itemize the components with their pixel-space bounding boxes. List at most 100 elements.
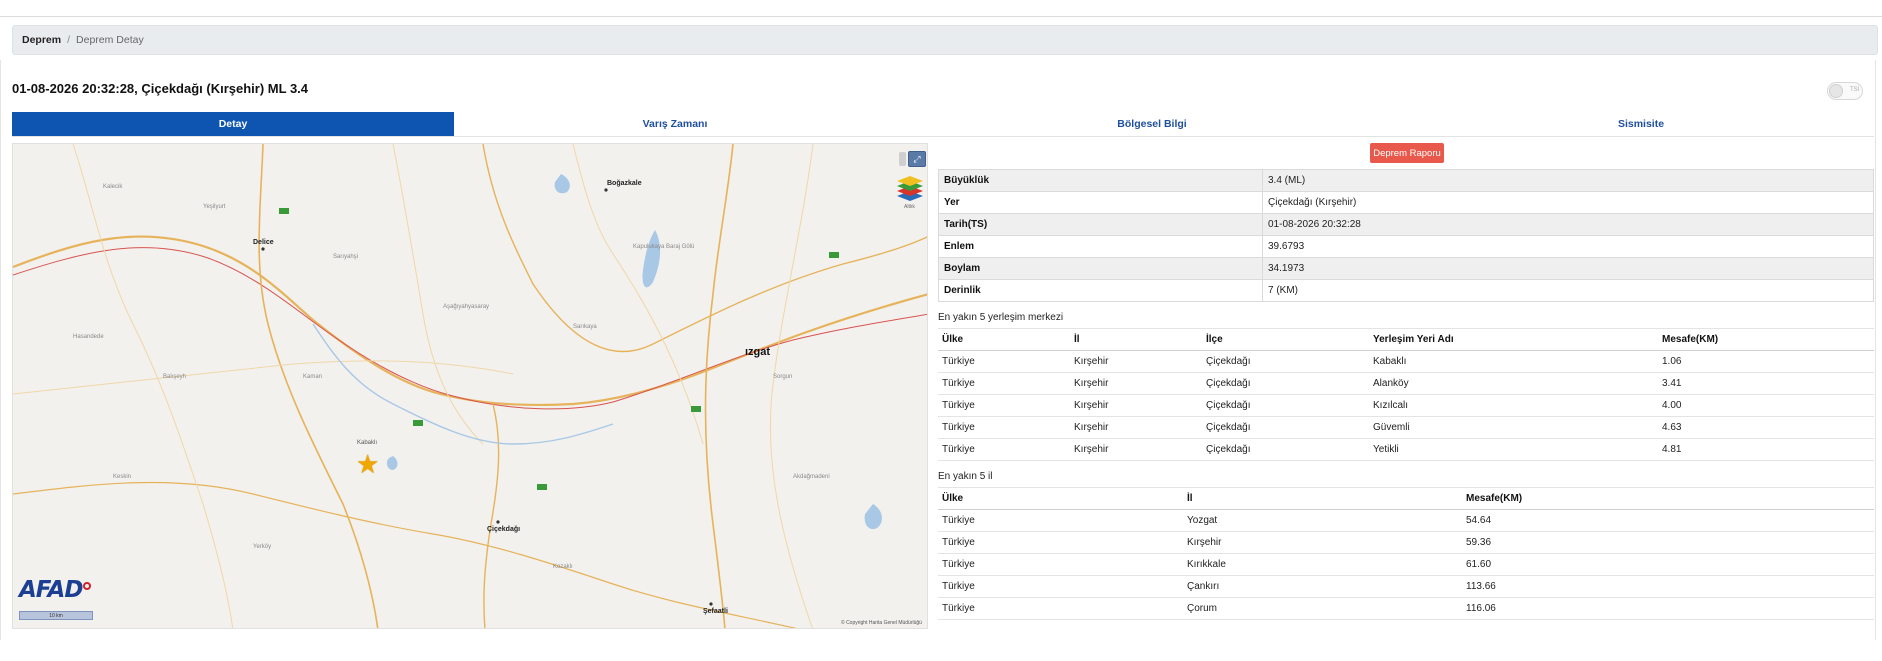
column-header: İlçe — [1202, 328, 1369, 351]
map-copyright: © Copyright Harita Genel Müdürlüğü — [841, 620, 922, 626]
table-cell: Türkiye — [938, 575, 1183, 598]
table-cell: Çankırı — [1183, 575, 1462, 598]
table-cell: Türkiye — [938, 350, 1070, 373]
column-header: Ülke — [938, 328, 1070, 351]
table-cell: 4.00 — [1658, 394, 1874, 417]
table-cell: Türkiye — [938, 531, 1183, 554]
table-cell: 1.06 — [1658, 350, 1874, 373]
detail-key: Yer — [938, 191, 1263, 214]
table-cell: Güvemli — [1369, 416, 1658, 439]
map-city-cicekdagi: Çiçekdağı — [487, 526, 521, 533]
detail-row-depth: Derinlik 7 (KM) — [938, 279, 1874, 302]
table-cell: Türkiye — [938, 394, 1070, 417]
table-cell: Türkiye — [938, 416, 1070, 439]
toggle-label: TSİ — [1850, 87, 1860, 93]
breadcrumb-separator: / — [67, 34, 71, 46]
table-cell: 116.06 — [1462, 597, 1874, 620]
table-cell: Türkiye — [938, 553, 1183, 576]
column-header: Mesafe(KM) — [1658, 328, 1874, 351]
table-cell: Çiçekdağı — [1202, 416, 1369, 439]
table-cell: Kabaklı — [1369, 350, 1658, 373]
top-divider — [0, 16, 1882, 17]
map-city-bogazkale: Boğazkale — [607, 180, 642, 187]
afad-logo: AFAD — [19, 577, 83, 603]
detail-row-latitude: Enlem 39.6793 — [938, 235, 1874, 258]
table-cell: Kırşehir — [1070, 350, 1202, 373]
tab-detay[interactable]: Detay — [12, 112, 454, 136]
afad-logo-mark — [83, 582, 91, 590]
map-city-kabakli: Kabaklı — [357, 440, 378, 446]
breadcrumb-home[interactable]: Deprem — [22, 34, 61, 46]
epicenter-map[interactable]: Kalecik Yeşilyurt Sarıyahşi Aşağıyahyasa… — [12, 143, 928, 629]
panel-border-left — [0, 60, 1, 640]
table-cell: Kırşehir — [1070, 416, 1202, 439]
table-row: Türkiye Kırıkkale 61.60 — [938, 553, 1874, 576]
epicenter-star-icon[interactable]: ★ — [356, 451, 379, 477]
table-cell: Yozgat — [1183, 509, 1462, 532]
detail-row-date: Tarih(TS) 01-08-2026 20:32:28 — [938, 213, 1874, 236]
map-fullscreen-button[interactable]: ⤢ — [908, 151, 926, 167]
nearest-provinces-table: Ülke İl Mesafe(KM) Türkiye Yozgat 54.64 … — [938, 487, 1874, 620]
map-city-yozgat: ızgat — [745, 346, 771, 358]
detail-key: Büyüklük — [938, 169, 1263, 192]
detail-value: 01-08-2026 20:32:28 — [1262, 213, 1874, 236]
table-row: Türkiye Kırşehir Çiçekdağı Yetikli 4.81 — [938, 438, 1874, 461]
detail-key: Enlem — [938, 235, 1263, 258]
column-header: İl — [1183, 487, 1462, 510]
tab-sismisite[interactable]: Sismisite — [1408, 112, 1874, 136]
earthquake-report-button[interactable]: Deprem Raporu — [1370, 143, 1444, 163]
detail-value: 39.6793 — [1262, 235, 1874, 258]
table-row: Türkiye Yozgat 54.64 — [938, 509, 1874, 532]
map-base-layer — [13, 144, 927, 628]
table-cell: Çiçekdağı — [1202, 372, 1369, 395]
nearest-settlements-table: Ülke İl İlçe Yerleşim Yeri Adı Mesafe(KM… — [938, 328, 1874, 461]
table-cell: Çiçekdağı — [1202, 350, 1369, 373]
table-cell: 113.66 — [1462, 575, 1874, 598]
detail-row-location: Yer Çiçekdağı (Kırşehir) — [938, 191, 1874, 214]
table-cell: 61.60 — [1462, 553, 1874, 576]
tab-varis-zamani[interactable]: Varış Zamanı — [454, 112, 896, 136]
table-row: Türkiye Kırşehir Çiçekdağı Kızılcalı 4.0… — [938, 394, 1874, 417]
column-header: Yerleşim Yeri Adı — [1369, 328, 1658, 351]
breadcrumb: Deprem / Deprem Detay — [12, 25, 1878, 55]
page-title: 01-08-2026 20:32:28, Çiçekdağı (Kırşehir… — [12, 81, 309, 96]
table-cell: Kırşehir — [1070, 438, 1202, 461]
table-cell: Kırşehir — [1070, 394, 1202, 417]
table-cell: Türkiye — [938, 509, 1183, 532]
table-row: Türkiye Çorum 116.06 — [938, 597, 1874, 620]
table-cell: Kızılcalı — [1369, 394, 1658, 417]
table-cell: 54.64 — [1462, 509, 1874, 532]
table-row: Türkiye Kırşehir Çiçekdağı Kabaklı 1.06 — [938, 350, 1874, 373]
detail-key: Tarih(TS) — [938, 213, 1263, 236]
table-row: Türkiye Kırşehir 59.36 — [938, 531, 1874, 554]
layers-icon[interactable] — [895, 174, 925, 204]
map-city-delice: Delice — [253, 239, 274, 246]
tab-bar: Detay Varış Zamanı Bölgesel Bilgi Sismis… — [12, 112, 1874, 137]
table-cell: Kırşehir — [1183, 531, 1462, 554]
detail-value: 7 (KM) — [1262, 279, 1874, 302]
table-cell: Kırşehir — [1070, 372, 1202, 395]
table-row: Türkiye Kırşehir Çiçekdağı Güvemli 4.63 — [938, 416, 1874, 439]
table-cell: Çiçekdağı — [1202, 394, 1369, 417]
table-cell: Alanköy — [1369, 372, 1658, 395]
tab-bolgesel-bilgi[interactable]: Bölgesel Bilgi — [896, 112, 1408, 136]
detail-row-longitude: Boylam 34.1973 — [938, 257, 1874, 280]
detail-value: Çiçekdağı (Kırşehir) — [1262, 191, 1874, 214]
table-cell: 4.81 — [1658, 438, 1874, 461]
detail-value: 3.4 (ML) — [1262, 169, 1874, 192]
nearest-settlements-title: En yakın 5 yerleşim merkezi — [938, 312, 1064, 323]
table-cell: Çiçekdağı — [1202, 438, 1369, 461]
table-cell: 59.36 — [1462, 531, 1874, 554]
table-cell: 4.63 — [1658, 416, 1874, 439]
earthquake-details-table: Büyüklük 3.4 (ML) Yer Çiçekdağı (Kırşehi… — [938, 169, 1874, 302]
table-row: Türkiye Çankırı 113.66 — [938, 575, 1874, 598]
table-cell: Kırıkkale — [1183, 553, 1462, 576]
detail-key: Boylam — [938, 257, 1263, 280]
table-cell: Türkiye — [938, 597, 1183, 620]
time-zone-toggle[interactable]: TSİ — [1827, 82, 1863, 100]
panel-border-right — [1875, 60, 1876, 640]
table-header-row: Ülke İl İlçe Yerleşim Yeri Adı Mesafe(KM… — [938, 328, 1874, 351]
layers-label: Altlık — [904, 204, 915, 210]
detail-value: 34.1973 — [1262, 257, 1874, 280]
map-control-slot — [899, 152, 906, 166]
